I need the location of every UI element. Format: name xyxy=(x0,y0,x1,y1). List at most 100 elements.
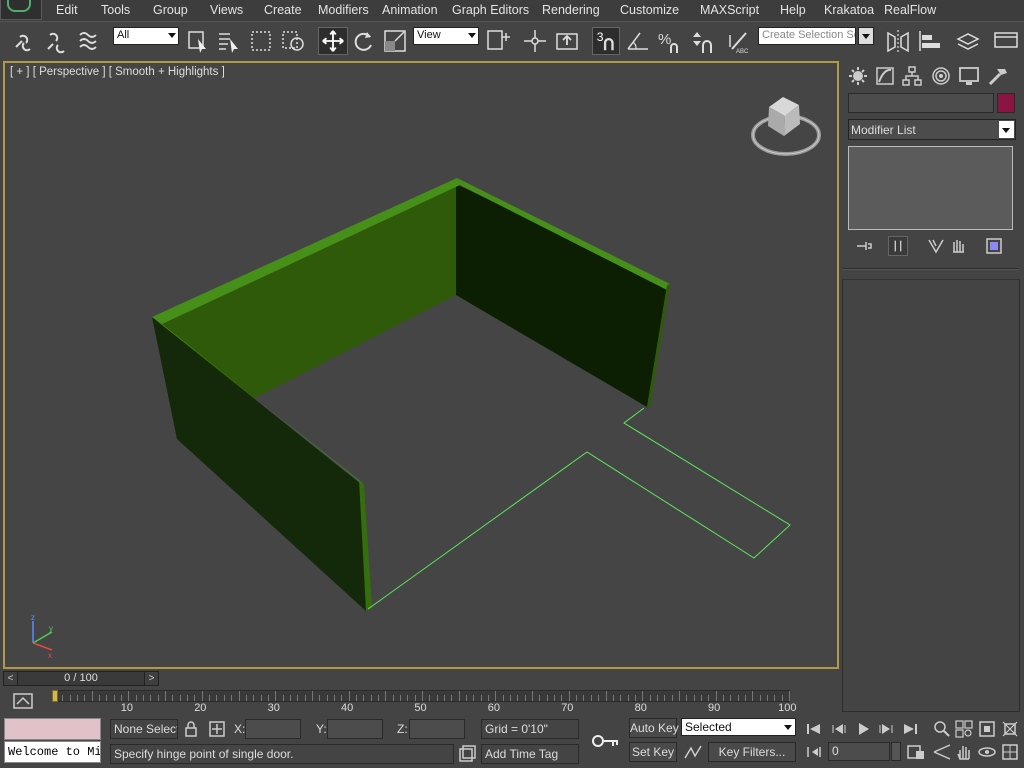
zoom-extents-all-icon[interactable] xyxy=(1000,719,1020,739)
reference-coordinate-dropdown[interactable]: View xyxy=(413,27,479,45)
selection-filter-dropdown[interactable]: All xyxy=(113,27,179,45)
menu-modifiers[interactable]: Modifiers xyxy=(318,3,369,17)
time-slider-prev-button[interactable]: < xyxy=(4,672,18,685)
align-icon[interactable] xyxy=(916,27,944,55)
hierarchy-icon[interactable] xyxy=(901,65,923,87)
remove-modifier-icon[interactable] xyxy=(948,236,968,256)
time-configuration-icon[interactable] xyxy=(906,742,926,762)
make-unique-icon[interactable] xyxy=(926,236,946,256)
modifier-list-dropdown[interactable]: Modifier List xyxy=(848,119,1016,140)
select-and-rotate-icon[interactable] xyxy=(350,27,376,55)
display-icon[interactable] xyxy=(958,65,980,87)
motion-icon[interactable] xyxy=(930,65,952,87)
select-by-name-icon[interactable] xyxy=(216,27,242,55)
named-selection-set-input[interactable]: Create Selection Se xyxy=(758,27,856,45)
field-of-view-icon[interactable] xyxy=(932,742,952,762)
key-filters-button[interactable]: Key Filters... xyxy=(708,742,796,762)
zoom-all-icon[interactable] xyxy=(954,719,974,739)
pin-stack-icon[interactable] xyxy=(854,236,874,256)
menu-help[interactable]: Help xyxy=(780,3,806,17)
window-crossing-icon[interactable] xyxy=(280,27,306,55)
maxscript-listener-output[interactable] xyxy=(4,718,101,740)
menu-animation[interactable]: Animation xyxy=(382,3,438,17)
edit-named-selection-icon[interactable]: ABC xyxy=(726,27,754,55)
menu-customize[interactable]: Customize xyxy=(620,3,679,17)
object-color-swatch[interactable] xyxy=(997,93,1015,113)
current-frame-spinner[interactable] xyxy=(891,742,901,761)
parameters-rollout-area[interactable] xyxy=(842,279,1020,712)
modify-icon[interactable] xyxy=(874,65,896,87)
pan-view-icon[interactable] xyxy=(954,742,974,762)
pivot-center-icon[interactable] xyxy=(485,27,513,55)
absolute-mode-transform-icon[interactable] xyxy=(207,719,227,739)
snaps-toggle-icon[interactable]: 3 xyxy=(592,27,620,55)
auto-key-button[interactable]: Auto Key xyxy=(629,718,679,738)
application-button-icon[interactable] xyxy=(0,0,42,20)
maxscript-listener-input[interactable]: Welcome to Mi xyxy=(4,741,101,763)
scene-view[interactable]: z y x xyxy=(5,63,839,669)
add-time-tag-button[interactable]: Add Time Tag xyxy=(481,744,579,764)
z-coord-field[interactable] xyxy=(409,719,465,739)
go-to-end-icon[interactable] xyxy=(900,719,920,739)
create-icon[interactable] xyxy=(847,65,869,87)
open-mini-curve-editor-icon[interactable] xyxy=(12,692,34,710)
track-tick xyxy=(99,695,101,701)
time-slider-next-button[interactable]: > xyxy=(144,672,158,685)
current-time-marker[interactable] xyxy=(52,690,58,702)
add-time-tag-icon[interactable] xyxy=(457,744,477,764)
graphite-ribbon-icon[interactable] xyxy=(992,27,1020,55)
menu-edit[interactable]: Edit xyxy=(56,3,78,17)
menu-views[interactable]: Views xyxy=(210,3,243,17)
utilities-icon[interactable] xyxy=(987,65,1009,87)
select-object-icon[interactable] xyxy=(186,27,210,55)
bind-to-space-warp-icon[interactable] xyxy=(76,27,104,55)
svg-text:x: x xyxy=(48,651,52,660)
zoom-icon[interactable] xyxy=(932,719,952,739)
set-keys-icon[interactable] xyxy=(586,719,626,763)
select-and-move-icon[interactable] xyxy=(318,27,348,55)
key-mode-toggle-icon[interactable] xyxy=(804,742,824,762)
perspective-viewport[interactable]: [ + ] [ Perspective ] [ Smooth + Highlig… xyxy=(3,61,839,669)
current-frame-field[interactable]: 0 xyxy=(828,742,890,761)
track-timeline[interactable] xyxy=(52,690,790,702)
menu-create[interactable]: Create xyxy=(264,3,302,17)
keyboard-shortcut-icon[interactable] xyxy=(554,27,580,55)
menu-tools[interactable]: Tools xyxy=(101,3,130,17)
maximize-viewport-icon[interactable] xyxy=(1000,742,1020,762)
x-coord-field[interactable] xyxy=(245,719,301,739)
unlink-selection-icon[interactable] xyxy=(44,27,70,55)
track-bar[interactable]: 10 20 30 40 50 60 70 80 90 100 xyxy=(0,688,842,714)
key-mode-dropdown[interactable]: Selected xyxy=(681,718,796,736)
set-key-button[interactable]: Set Key xyxy=(629,742,677,762)
object-name-field[interactable] xyxy=(848,93,994,113)
percent-snap-icon[interactable]: % xyxy=(656,27,684,55)
layer-manager-icon[interactable] xyxy=(954,27,982,55)
named-selection-set-dropdown[interactable] xyxy=(858,27,874,45)
manipulate-icon[interactable] xyxy=(522,27,548,55)
select-and-link-icon[interactable] xyxy=(12,27,38,55)
menu-rendering[interactable]: Rendering xyxy=(542,3,600,17)
angle-snap-icon[interactable] xyxy=(624,27,652,55)
orbit-icon[interactable] xyxy=(977,742,997,762)
rectangular-selection-icon[interactable] xyxy=(249,27,273,55)
next-frame-icon[interactable] xyxy=(876,719,896,739)
show-end-result-icon[interactable] xyxy=(888,236,908,256)
menu-krakatoa[interactable]: Krakatoa xyxy=(824,3,874,17)
mirror-icon[interactable] xyxy=(884,27,912,55)
previous-frame-icon[interactable] xyxy=(829,719,849,739)
y-coord-field[interactable] xyxy=(327,719,383,739)
configure-modifier-sets-icon[interactable] xyxy=(984,236,1004,256)
menu-maxscript[interactable]: MAXScript xyxy=(700,3,759,17)
select-and-scale-icon[interactable] xyxy=(382,27,408,55)
play-animation-icon[interactable] xyxy=(853,719,873,739)
modifier-stack-view[interactable] xyxy=(848,146,1013,230)
menu-graph-editors[interactable]: Graph Editors xyxy=(452,3,529,17)
zoom-extents-icon[interactable] xyxy=(977,719,997,739)
time-slider[interactable]: < 0 / 100 > xyxy=(3,671,159,686)
menu-realflow[interactable]: RealFlow xyxy=(884,3,936,17)
go-to-start-icon[interactable] xyxy=(804,719,824,739)
lock-selection-icon[interactable] xyxy=(181,719,201,739)
spinner-snap-icon[interactable] xyxy=(688,27,716,55)
menu-group[interactable]: Group xyxy=(153,3,188,17)
default-in-out-tangents-icon[interactable] xyxy=(683,742,703,762)
